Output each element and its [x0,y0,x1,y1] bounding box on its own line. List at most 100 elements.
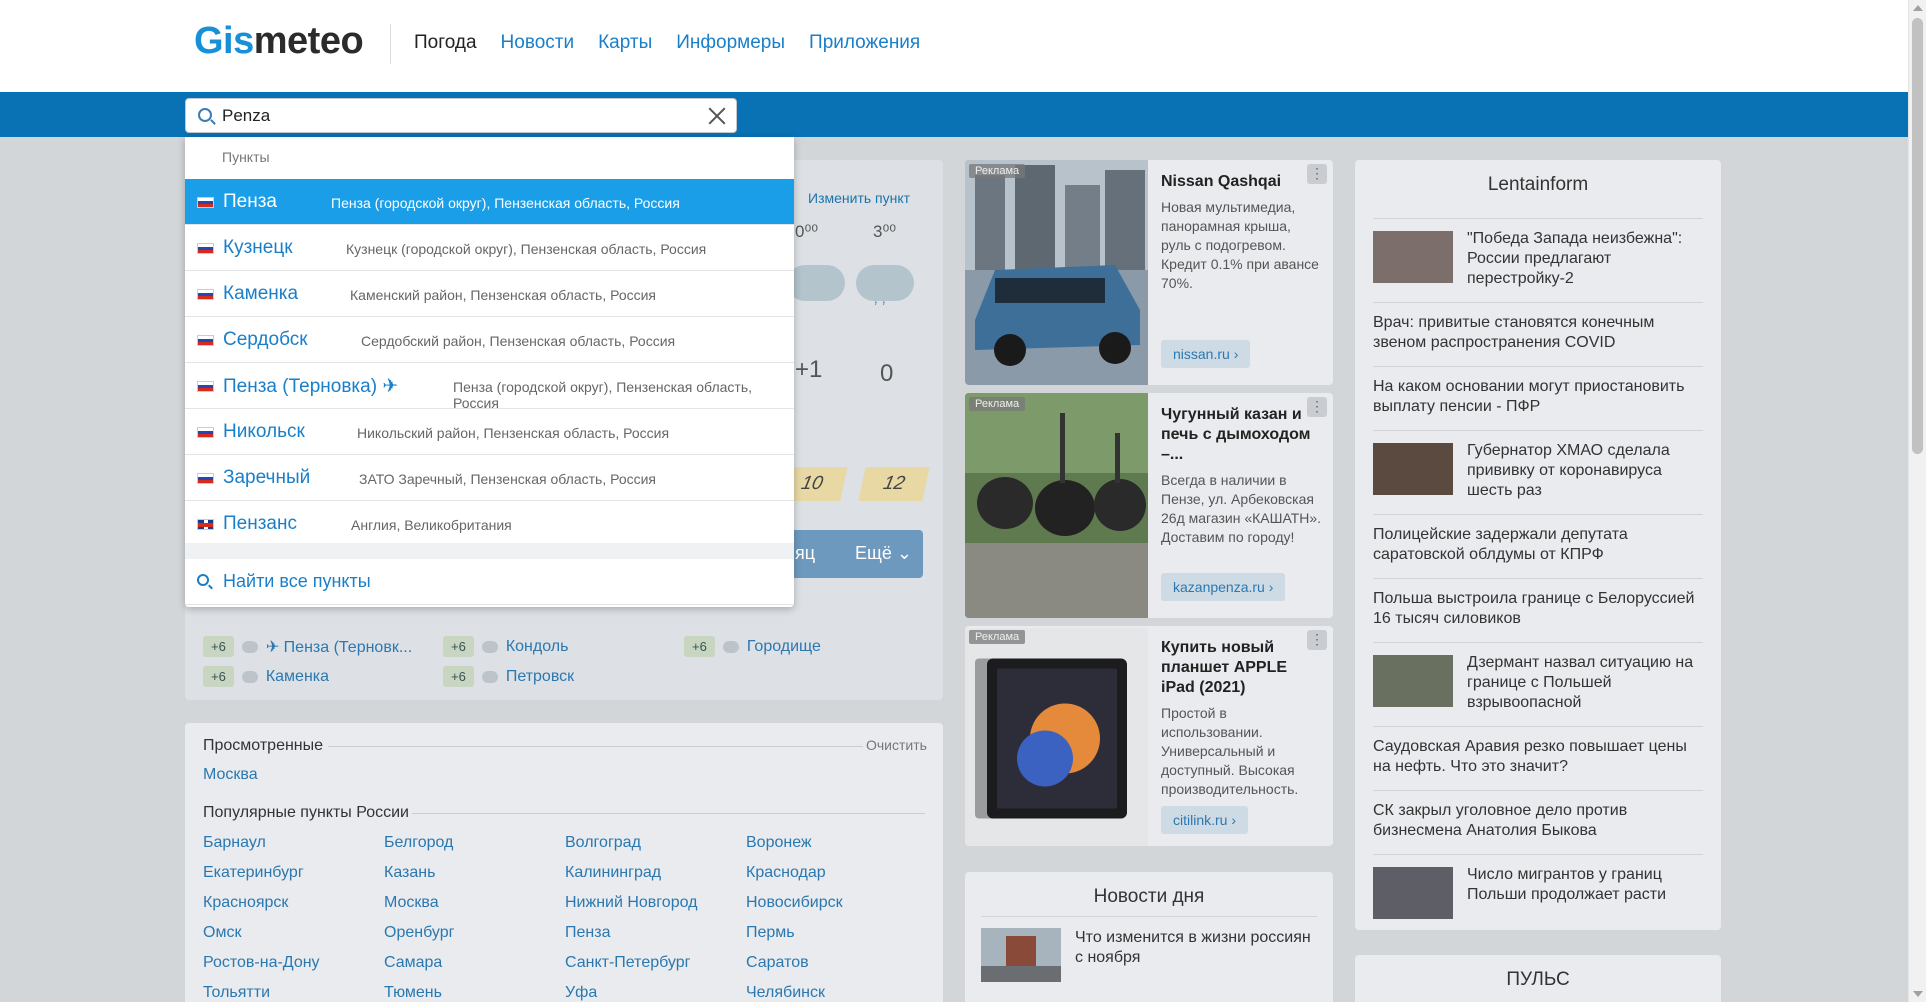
popular-point-link[interactable]: Самара [384,954,442,972]
popular-point-link[interactable]: Красноярск [203,894,288,912]
popular-point-link[interactable]: Саратов [746,954,809,972]
suggestion-item[interactable]: Сердобск Сердобский район, Пензенская обл… [185,317,794,363]
nav-informers[interactable]: Информеры [676,32,785,54]
suggestion-item[interactable]: Каменка Каменский район, Пензенская облас… [185,271,794,317]
popular-point-link[interactable]: Тольятти [203,984,270,1002]
search-box[interactable] [185,98,737,133]
news-thumb [981,928,1061,982]
suggestion-description: Сердобский район, Пензенская область, Ро… [361,333,676,349]
scroll-up-arrow[interactable] [1913,5,1923,11]
search-input[interactable] [222,105,692,127]
suggestion-item[interactable]: Пенза (Терновка) ✈ Пенза (городской округ… [185,363,794,411]
scroll-thumb[interactable] [1912,18,1923,454]
popular-point-link[interactable]: Пермь [746,924,795,942]
ad-card-nissan[interactable]: Реклама ⋮ Nissan Qashqai Новая мультимед… [965,160,1333,385]
russia-flag-icon [197,381,214,392]
lenta-news-item[interactable]: На каком основании могут приостановить в… [1373,366,1703,430]
lenta-headline: Врач: привитые становятся конечным звено… [1373,314,1655,351]
more-button[interactable]: Ещё ⌄ [855,543,912,564]
suggestion-item[interactable]: Пензанс Англия, Великобритания [185,501,794,547]
nav-news[interactable]: Новости [501,32,575,54]
nav-weather[interactable]: Погода [414,32,477,54]
news-day-item[interactable]: Что изменится в жизни россиян с ноября [1075,928,1315,968]
suggestion-name: Пенза [223,191,277,212]
popular-point-link[interactable]: Казань [384,864,435,882]
popular-point-link[interactable]: Волгоград [565,834,641,852]
suggestion-description: Никольский район, Пензенская область, Ро… [357,425,670,441]
lenta-news-item[interactable]: "Победа Запада неизбежна": России предла… [1373,218,1703,302]
find-all-points-button[interactable]: Найти все пункты [185,559,794,605]
search-icon [197,574,209,586]
popular-point-link[interactable]: Ростов-на-Дону [203,954,320,972]
header-divider [390,24,391,64]
nav-apps[interactable]: Приложения [809,32,920,54]
temp-badge: +6 [203,636,234,657]
clear-viewed-button[interactable]: Очистить [866,737,927,753]
lenta-news-item[interactable]: Саудовская Аравия резко повышает цены на… [1373,726,1703,790]
suggestion-item[interactable]: Заречный ЗАТО Заречный, Пензенская област… [185,455,794,501]
popular-point-link[interactable]: Москва [384,894,439,912]
forecast-temp: +1 [795,356,823,383]
nearby-name: ✈ Пенза (Терновк... [265,638,413,656]
lenta-news-item[interactable]: Губернатор ХМАО сделала прививку от коро… [1373,430,1703,514]
ad-card-ipad[interactable]: Реклама ⋮ Купить новый планшет APPLE iPa… [965,626,1333,846]
lenta-headline: Полицейские задержали депутата саратовск… [1373,526,1628,563]
period-bar: яц Ещё ⌄ [775,530,923,578]
nearby-point[interactable]: +6 ✈ Пенза (Терновк... [203,636,412,657]
popular-point-link[interactable]: Оренбург [384,924,454,942]
popular-point-link[interactable]: Белгород [384,834,453,852]
suggestion-name: Никольск [223,421,305,442]
lenta-news-item[interactable]: Польша выстроила границе с Белоруссией 1… [1373,578,1703,642]
popular-point-link[interactable]: Екатеринбург [203,864,304,882]
divider [412,813,925,814]
popular-point-link[interactable]: Барнаул [203,834,266,852]
ad-title[interactable]: Чугунный казан и печь с дымоходом –... [1161,405,1321,465]
nav-maps[interactable]: Карты [598,32,652,54]
cloud-icon [481,640,498,653]
popular-point-link[interactable]: Тюмень [384,984,442,1002]
lenta-news-item[interactable]: СК закрыл уголовное дело против бизнесме… [1373,790,1703,854]
popular-point-link[interactable]: Пенза [565,924,610,942]
lenta-news-item[interactable]: Число мигрантов у границ Польши продолжа… [1373,854,1703,924]
period-month-tab[interactable]: яц [795,543,815,564]
suggestion-item[interactable]: Кузнецк Кузнецк (городской округ), Пензен… [185,225,794,271]
cloud-icon [241,670,258,683]
popular-point-link[interactable]: Санкт-Петербург [565,954,690,972]
russia-flag-icon [197,289,214,300]
suggestion-item[interactable]: Пенза Пенза (городской округ), Пензенская… [185,179,794,225]
suggestion-item[interactable]: Никольск Никольский район, Пензенская обл… [185,409,794,455]
ad-link[interactable]: citilink.ru › [1161,806,1249,834]
nearby-point[interactable]: +6 Городище [684,636,821,657]
popular-point-link[interactable]: Челябинск [746,984,825,1002]
popular-point-link[interactable]: Омск [203,924,241,942]
nearby-point[interactable]: +6 Кондоль [443,636,568,657]
lenta-news-item[interactable]: Врач: привитые становятся конечным звено… [1373,302,1703,366]
lenta-news-item[interactable]: Полицейские задержали депутата саратовск… [1373,514,1703,578]
gismeteo-logo[interactable]: Gismeteo [194,20,364,63]
news-of-day-card: Новости дня Что изменится в жизни россия… [965,872,1333,1002]
suggestion-description: ЗАТО Заречный, Пензенская область, Росси… [359,471,657,487]
temp-badge: +6 [443,636,474,657]
popular-point-link[interactable]: Краснодар [746,864,826,882]
forecast-temp: 0 [880,360,894,387]
popular-point-link[interactable]: Новосибирск [746,894,843,912]
popular-point-link[interactable]: Уфа [565,984,597,1002]
ad-link[interactable]: kazanpenza.ru › [1161,573,1286,601]
close-icon[interactable] [706,106,726,126]
ad-title[interactable]: Nissan Qashqai [1161,172,1321,192]
popular-point-link[interactable]: Воронеж [746,834,812,852]
viewed-point-link[interactable]: Москва [203,766,258,784]
popular-point-link[interactable]: Нижний Новгород [565,894,697,912]
ad-title[interactable]: Купить новый планшет APPLE iPad (2021) [1161,638,1321,698]
change-point-link[interactable]: Изменить пункт [808,190,910,206]
nearby-name: Городище [746,637,821,655]
nearby-point[interactable]: +6 Каменка [203,666,329,687]
scrollbar[interactable] [1908,0,1926,1002]
popular-point-link[interactable]: Калининград [565,864,661,882]
scroll-down-arrow[interactable] [1913,991,1923,997]
ad-card-kazan[interactable]: Реклама ⋮ Чугунный казан и печь с дымохо… [965,393,1333,618]
cloud-rain-icon [856,265,914,301]
ad-link[interactable]: nissan.ru › [1161,340,1251,368]
nearby-point[interactable]: +6 Петровск [443,666,574,687]
lenta-news-item[interactable]: Дзермант назвал ситуацию на границе с По… [1373,642,1703,726]
